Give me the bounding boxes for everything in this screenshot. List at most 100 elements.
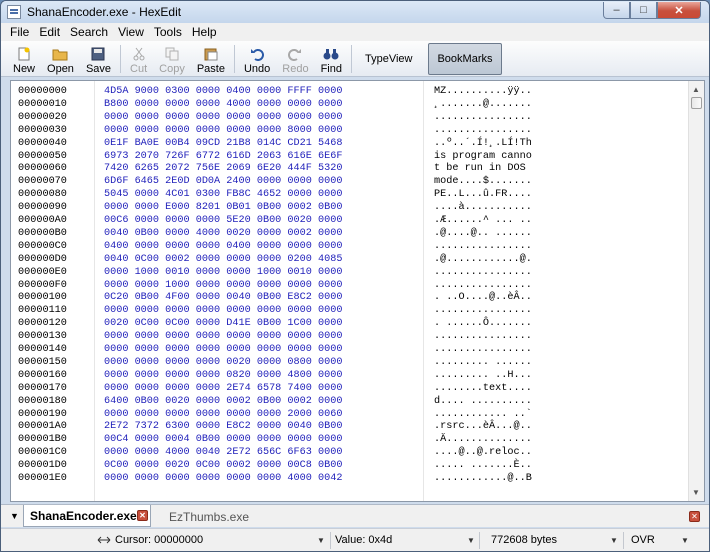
row-hex-bytes[interactable]: 0000 0000 1000 0000 0000 0000 0000 0000 [104, 280, 342, 293]
row-hex-bytes[interactable]: 2E72 7372 6300 0000 E8C2 0000 0040 0B00 [104, 421, 342, 434]
row-ascii[interactable]: ............@..B [434, 473, 532, 486]
row-offset[interactable]: 00000110 [18, 305, 67, 318]
row-hex-bytes[interactable]: 0E1F BA0E 00B4 09CD 21B8 014C CD21 5468 [104, 138, 342, 151]
hex-row[interactable]: 00000160 0000 0000 0000 0000 0820 0000 48… [11, 370, 691, 383]
row-hex-bytes[interactable]: 0000 0000 4000 0040 2E72 656C 6F63 0000 [104, 447, 342, 460]
hex-row[interactable]: 000001D0 0C00 0000 0020 0C00 0002 0000 00… [11, 460, 691, 473]
hex-row[interactable]: 000000C0 0400 0000 0000 0000 0400 0000 00… [11, 241, 691, 254]
row-ascii[interactable]: ¸.......@....... [434, 99, 532, 112]
row-offset[interactable]: 000000C0 [18, 241, 67, 254]
row-offset[interactable]: 00000050 [18, 151, 67, 164]
row-hex-bytes[interactable]: 0000 0000 0000 0000 0820 0000 4800 0000 [104, 370, 342, 383]
hex-row[interactable]: 00000040 0E1F BA0E 00B4 09CD 21B8 014C CD… [11, 138, 691, 151]
row-hex-bytes[interactable]: 6400 0B00 0020 0000 0002 0B00 0002 0000 [104, 396, 342, 409]
row-hex-bytes[interactable]: 0000 0000 0000 0000 0000 0000 8000 0000 [104, 125, 342, 138]
hex-row[interactable]: 00000070 6D6F 6465 2E0D 0D0A 2400 0000 00… [11, 176, 691, 189]
hex-row[interactable]: 000000F0 0000 0000 1000 0000 0000 0000 00… [11, 280, 691, 293]
redo-button[interactable]: Redo [276, 43, 314, 75]
bookmarks-button[interactable]: BookMarks [428, 42, 502, 75]
row-ascii[interactable]: ................ [434, 125, 532, 138]
paste-button[interactable]: Paste [191, 43, 231, 75]
hex-row[interactable]: 000001C0 0000 0000 4000 0040 2E72 656C 6F… [11, 447, 691, 460]
save-button[interactable]: Save [80, 43, 117, 75]
copy-button[interactable]: Copy [153, 43, 191, 75]
hex-row[interactable]: 00000010 B800 0000 0000 0000 4000 0000 00… [11, 99, 691, 112]
row-ascii[interactable]: PE..L...û.FR.... [434, 189, 532, 202]
hex-row[interactable]: 00000190 0000 0000 0000 0000 0000 0000 20… [11, 409, 691, 422]
row-offset[interactable]: 00000100 [18, 292, 67, 305]
row-offset[interactable]: 000000B0 [18, 228, 67, 241]
menu-file[interactable]: File [5, 25, 34, 39]
row-offset[interactable]: 000000A0 [18, 215, 67, 228]
open-button[interactable]: Open [41, 43, 80, 75]
hex-row[interactable]: 00000130 0000 0000 0000 0000 0000 0000 00… [11, 331, 691, 344]
row-offset[interactable]: 000001A0 [18, 421, 67, 434]
row-hex-bytes[interactable]: B800 0000 0000 0000 4000 0000 0000 0000 [104, 99, 342, 112]
row-hex-bytes[interactable]: 0000 0000 0000 0000 2E74 6578 7400 0000 [104, 383, 342, 396]
hex-row[interactable]: 000000A0 00C6 0000 0000 0000 5E20 0B00 00… [11, 215, 691, 228]
row-hex-bytes[interactable]: 00C6 0000 0000 0000 5E20 0B00 0020 0000 [104, 215, 342, 228]
row-offset[interactable]: 00000090 [18, 202, 67, 215]
row-offset[interactable]: 00000080 [18, 189, 67, 202]
row-ascii[interactable]: is program canno [434, 151, 532, 164]
row-offset[interactable]: 00000010 [18, 99, 67, 112]
hex-row[interactable]: 00000000 4D5A 9000 0300 0000 0400 0000 FF… [11, 86, 691, 99]
find-button[interactable]: Find [315, 43, 348, 75]
row-offset[interactable]: 00000070 [18, 176, 67, 189]
hex-editor-view[interactable]: 00000000 4D5A 9000 0300 0000 0400 0000 FF… [10, 80, 705, 502]
row-hex-bytes[interactable]: 0000 1000 0010 0000 0000 1000 0010 0000 [104, 267, 342, 280]
row-hex-bytes[interactable]: 7420 6265 2072 756E 2069 6E20 444F 5320 [104, 163, 342, 176]
scroll-up-arrow-icon[interactable]: ▲ [692, 85, 700, 94]
row-offset[interactable]: 000001B0 [18, 434, 67, 447]
menu-view[interactable]: View [113, 25, 149, 39]
row-offset[interactable]: 00000020 [18, 112, 67, 125]
hex-row[interactable]: 00000100 0C20 0B00 4F00 0000 0040 0B00 E8… [11, 292, 691, 305]
row-offset[interactable]: 00000180 [18, 396, 67, 409]
row-offset[interactable]: 000000F0 [18, 280, 67, 293]
row-ascii[interactable]: ..... .......È.. [434, 460, 532, 473]
menu-help[interactable]: Help [187, 25, 222, 39]
row-hex-bytes[interactable]: 0000 0000 0000 0000 0000 0000 0000 0000 [104, 112, 342, 125]
hex-row[interactable]: 00000030 0000 0000 0000 0000 0000 0000 80… [11, 125, 691, 138]
menu-edit[interactable]: Edit [34, 25, 65, 39]
row-ascii[interactable]: ....à........... [434, 202, 532, 215]
hex-row[interactable]: 000001A0 2E72 7372 6300 0000 E8C2 0000 00… [11, 421, 691, 434]
maximize-button[interactable]: □ [630, 2, 657, 19]
typeview-button[interactable]: TypeView [355, 43, 423, 75]
row-hex-bytes[interactable]: 0000 0000 0000 0000 0020 0000 0800 0000 [104, 357, 342, 370]
row-ascii[interactable]: ..º..´.Í!¸.LÍ!Th [434, 138, 532, 151]
hex-row[interactable]: 00000120 0020 0C00 0C00 0000 D41E 0B00 1C… [11, 318, 691, 331]
row-ascii[interactable]: . ..O....@..èÂ.. [434, 292, 532, 305]
row-ascii[interactable]: ................ [434, 267, 532, 280]
row-ascii[interactable]: .rsrc...èÂ...@.. [434, 421, 532, 434]
row-offset[interactable]: 000001D0 [18, 460, 67, 473]
row-offset[interactable]: 000001C0 [18, 447, 67, 460]
row-ascii[interactable]: d.... .......... [434, 396, 532, 409]
row-hex-bytes[interactable]: 0000 0000 0000 0000 0000 0000 2000 0060 [104, 409, 342, 422]
row-hex-bytes[interactable]: 0040 0B00 0000 4000 0020 0000 0002 0000 [104, 228, 342, 241]
row-ascii[interactable]: ................ [434, 344, 532, 357]
row-offset[interactable]: 00000000 [18, 86, 67, 99]
tab-shanaencoder[interactable]: ShanaEncoder.exe ✕ [23, 505, 151, 527]
hex-row[interactable]: 00000140 0000 0000 0000 0000 0000 0000 00… [11, 344, 691, 357]
row-ascii[interactable]: .@............@. [434, 254, 532, 267]
hex-row[interactable]: 00000050 6973 2070 726F 6772 616D 2063 61… [11, 151, 691, 164]
row-hex-bytes[interactable]: 0000 0000 0000 0000 0000 0000 0000 0000 [104, 305, 342, 318]
scroll-thumb[interactable] [691, 97, 702, 109]
menu-tools[interactable]: Tools [149, 25, 187, 39]
hex-row[interactable]: 00000150 0000 0000 0000 0000 0020 0000 08… [11, 357, 691, 370]
row-ascii[interactable]: t be run in DOS [434, 163, 532, 176]
hex-row[interactable]: 000000B0 0040 0B00 0000 4000 0020 0000 00… [11, 228, 691, 241]
hex-row[interactable]: 00000180 6400 0B00 0020 0000 0002 0B00 00… [11, 396, 691, 409]
minimize-button[interactable]: – [603, 2, 630, 19]
hex-row[interactable]: 00000020 0000 0000 0000 0000 0000 0000 00… [11, 112, 691, 125]
overwrite-mode-status[interactable]: OVR [631, 534, 655, 546]
undo-button[interactable]: Undo [238, 43, 276, 75]
row-offset[interactable]: 000000D0 [18, 254, 67, 267]
menu-search[interactable]: Search [65, 25, 113, 39]
row-offset[interactable]: 000000E0 [18, 267, 67, 280]
hex-row[interactable]: 00000080 5045 0000 4C01 0300 FB8C 4652 00… [11, 189, 691, 202]
hex-row[interactable]: 000001E0 0000 0000 0000 0000 0000 0000 40… [11, 473, 691, 486]
row-hex-bytes[interactable]: 0000 0000 E000 8201 0B01 0B00 0002 0B00 [104, 202, 342, 215]
row-ascii[interactable]: ......... ..H... [434, 370, 532, 383]
